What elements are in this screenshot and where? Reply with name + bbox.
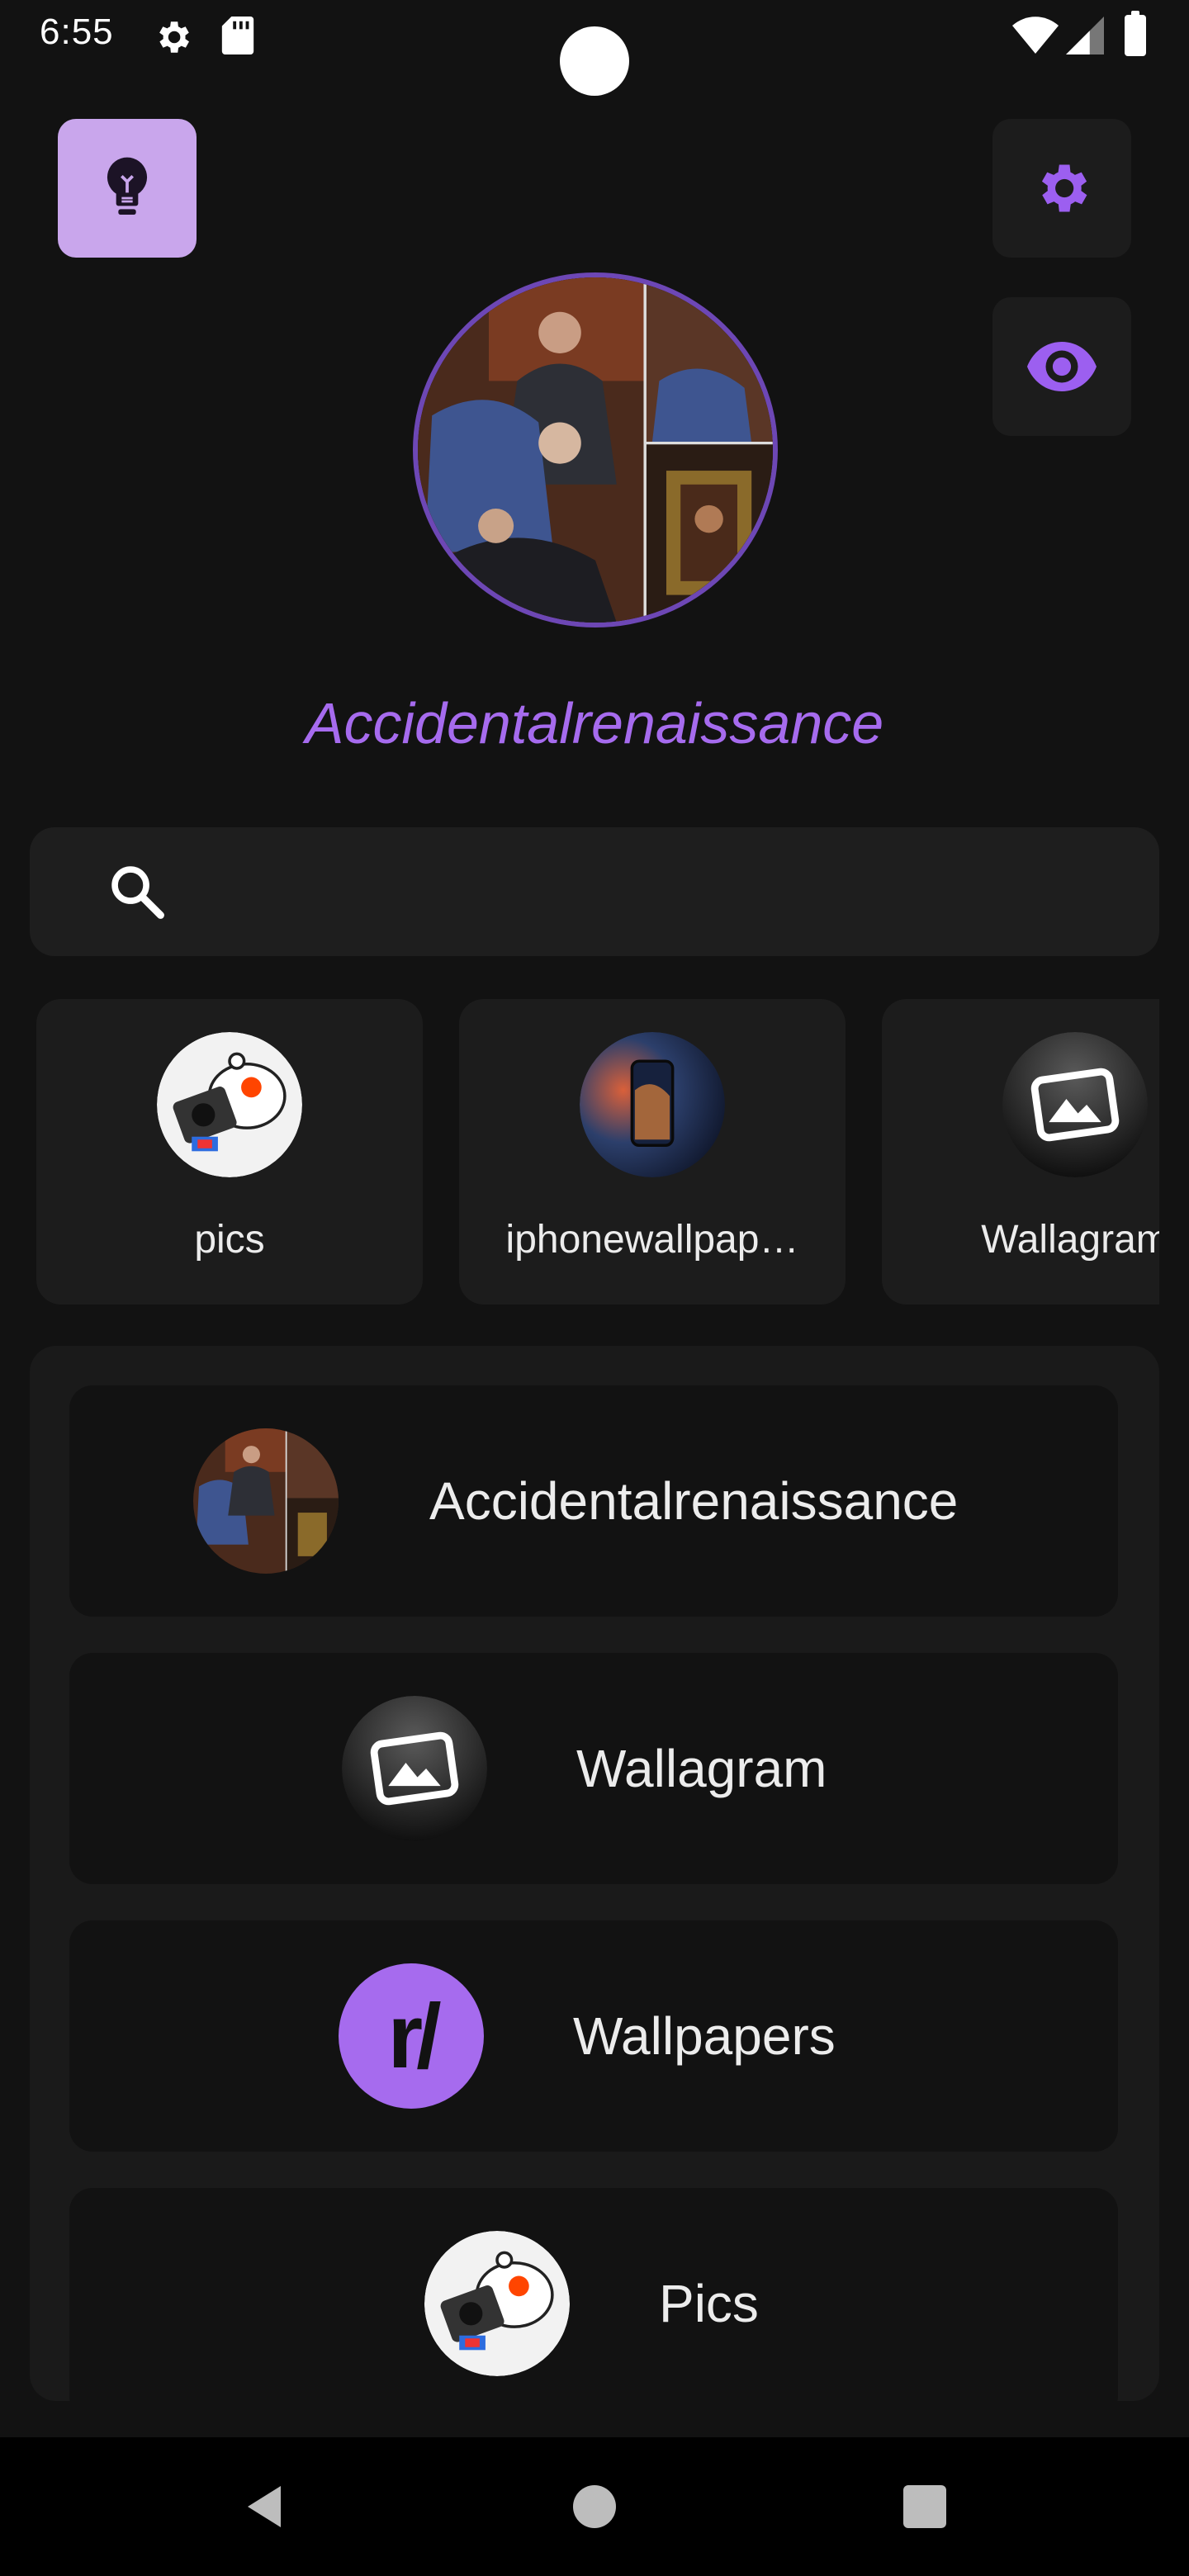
- search-input[interactable]: [195, 852, 1120, 931]
- tip-button[interactable]: [58, 119, 197, 258]
- back-icon[interactable]: [239, 2482, 289, 2531]
- chip-label: pics: [194, 1218, 265, 1262]
- eye-icon: [1027, 342, 1097, 391]
- search-icon: [111, 866, 164, 919]
- list-item-label: Pics: [659, 2274, 759, 2333]
- list-item-label: Wallagram: [576, 1739, 827, 1798]
- phone-wallpaper-icon: [580, 1032, 725, 1177]
- sd-card-icon: [221, 17, 254, 54]
- renaissance-collage-icon: [418, 277, 773, 623]
- renaissance-collage-icon: [193, 1428, 339, 1574]
- list-item-label: Wallpapers: [573, 2006, 836, 2066]
- list-item[interactable]: Wallagram: [69, 1653, 1118, 1884]
- reddit-camera-icon: [424, 2231, 570, 2376]
- settings-button[interactable]: [992, 119, 1131, 258]
- list-item[interactable]: r/ Wallpapers: [69, 1920, 1118, 2152]
- lightbulb-icon: [107, 157, 148, 215]
- list-item-label: Accidentalrenaissance: [429, 1471, 959, 1531]
- camera-cutout: [560, 26, 629, 96]
- subreddit-r-glyph: r/: [387, 1985, 441, 2087]
- profile-avatar: [413, 272, 778, 627]
- image-frame-icon: [342, 1696, 487, 1841]
- image-frame-icon: [1002, 1032, 1148, 1177]
- subreddit-r-icon: r/: [339, 1963, 484, 2109]
- gear-icon: [159, 21, 189, 53]
- search-bar[interactable]: [30, 827, 1159, 956]
- wifi-icon: [1012, 17, 1059, 54]
- gear-icon: [1041, 164, 1087, 212]
- navigation-bar: [0, 2437, 1189, 2576]
- chip-label: Wallagram: [981, 1218, 1159, 1262]
- home-icon[interactable]: [573, 2485, 616, 2528]
- chip-iphonewallpapers[interactable]: iphonewallpap…: [459, 999, 846, 1305]
- profile-title: Accidentalrenaissance: [305, 691, 884, 755]
- list-item[interactable]: Accidentalrenaissance: [69, 1385, 1118, 1617]
- subreddit-list[interactable]: Accidentalrenaissance Wallagram r/ Wallp…: [30, 1346, 1159, 2401]
- recent-subreddits-row[interactable]: pics iphonewallpap… Wallagram: [36, 999, 1159, 1306]
- chip-pics[interactable]: pics: [36, 999, 423, 1305]
- signal-icon: [1066, 17, 1104, 54]
- preview-button[interactable]: [992, 297, 1131, 436]
- status-bar: 6:55: [0, 0, 1189, 96]
- chip-label: iphonewallpap…: [505, 1218, 799, 1262]
- status-time: 6:55: [40, 12, 114, 52]
- list-item[interactable]: Pics: [69, 2188, 1118, 2401]
- recents-icon[interactable]: [903, 2485, 946, 2528]
- chip-wallagram[interactable]: Wallagram: [882, 999, 1159, 1305]
- battery-icon: [1125, 11, 1146, 56]
- reddit-camera-icon: [157, 1032, 302, 1177]
